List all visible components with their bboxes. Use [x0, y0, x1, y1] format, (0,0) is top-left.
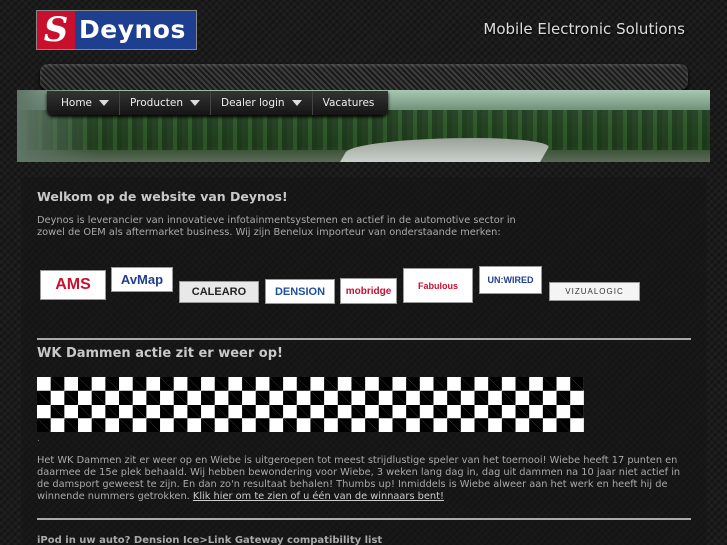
deynos-logo[interactable]: S Deynos — [36, 10, 197, 50]
brand-logo-ams[interactable]: AMS — [40, 270, 106, 300]
tagline: Mobile Electronic Solutions — [483, 20, 685, 38]
winners-link[interactable]: Klik hier om te zien of u één van de win… — [193, 491, 444, 502]
brand-logo-unwired[interactable]: UN:WIRED — [479, 266, 542, 294]
brand-logo-vizualogic[interactable]: VIZUALOGIC — [549, 282, 640, 301]
checkerboard-image — [37, 377, 584, 432]
divider — [37, 518, 691, 520]
nav-item-home[interactable]: Home — [51, 91, 121, 115]
site-header: S Deynos Mobile Electronic Solutions Hom… — [0, 0, 727, 175]
chevron-down-icon — [291, 100, 302, 106]
brand-logo-calearo[interactable]: CALEARO — [179, 281, 259, 303]
news-title-wk-dammen[interactable]: WK Dammen actie zit er weer op! — [37, 346, 283, 361]
brand-logo-avmap[interactable]: AvMap — [111, 267, 173, 292]
chevron-down-icon — [99, 100, 110, 106]
nav-item-producten[interactable]: Producten — [120, 91, 211, 115]
news-dot: . — [37, 434, 40, 444]
news-title-ipod[interactable]: iPod in uw auto? Dension Ice>Link Gatewa… — [37, 535, 382, 545]
logo-mark-icon: S — [37, 11, 75, 49]
intro-text: Deynos is leverancier van innovatieve in… — [37, 215, 516, 238]
nav-item-vacatures[interactable]: Vacatures — [313, 91, 385, 115]
carbon-bar — [40, 64, 688, 90]
brand-logo-dension[interactable]: DENSION — [265, 279, 335, 304]
brand-logo-mobridge[interactable]: mobridge — [340, 278, 397, 304]
news-body-wk-dammen: Het WK Dammen zit er weer op en Wiebe is… — [37, 455, 681, 502]
main-content: Welkom op de website van Deynos! Deynos … — [21, 177, 707, 545]
brand-logo-fabulous[interactable]: Fabulous — [403, 268, 473, 303]
main-nav: Home Producten Dealer login Vacatures — [47, 91, 389, 115]
divider — [37, 338, 691, 340]
nav-item-dealer-login[interactable]: Dealer login — [211, 91, 313, 115]
welcome-title: Welkom op de website van Deynos! — [37, 189, 288, 204]
chevron-down-icon — [190, 100, 200, 106]
logo-text: Deynos — [75, 11, 196, 49]
